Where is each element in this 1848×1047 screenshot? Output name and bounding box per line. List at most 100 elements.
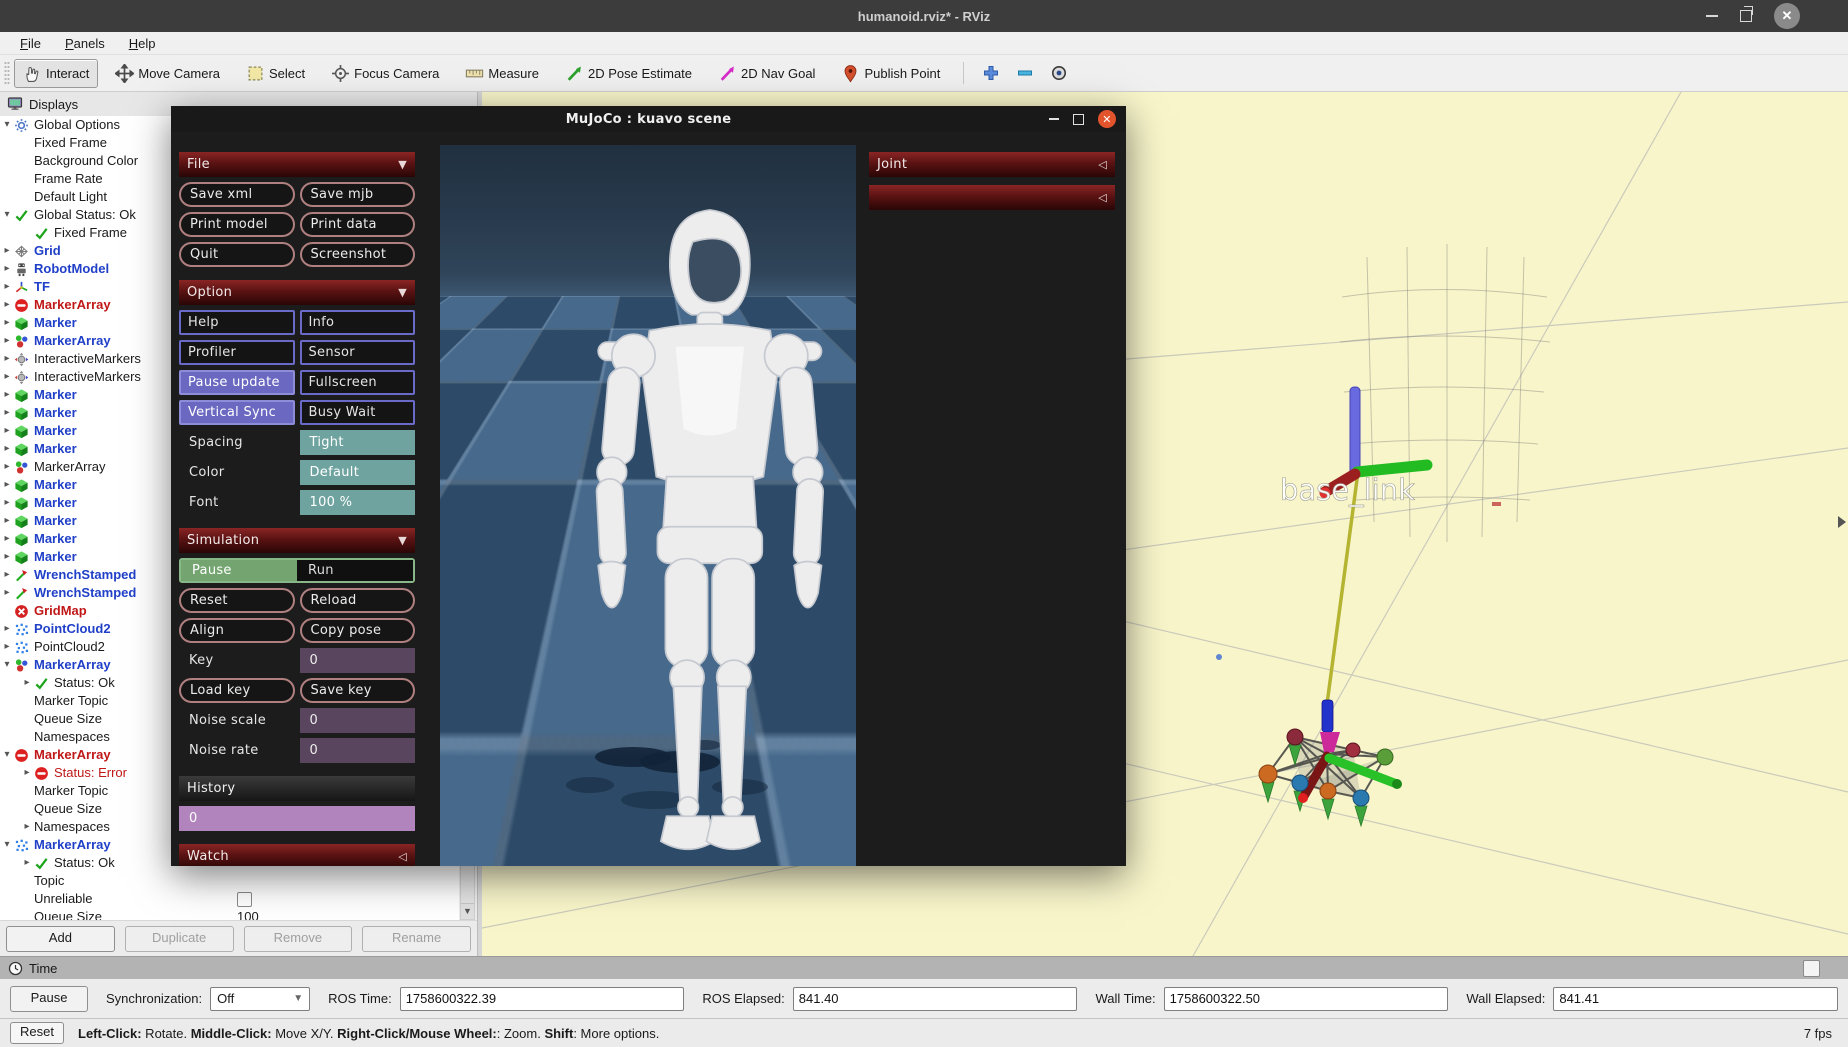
expander-icon[interactable]: ▸	[0, 278, 14, 296]
mujoco-section-history[interactable]: History	[179, 776, 415, 801]
copy-pose-button[interactable]: Copy pose	[300, 618, 416, 643]
menu-item-help[interactable]: Help	[117, 32, 168, 55]
expander-icon[interactable]: ▾	[0, 116, 14, 134]
sensor-toggle[interactable]: Sensor	[300, 340, 416, 365]
expander-icon[interactable]: ▸	[0, 242, 14, 260]
tool-zoom-out[interactable]	[1012, 60, 1038, 86]
run-radio[interactable]: Run	[297, 560, 413, 581]
time-panel-float-button[interactable]	[1803, 960, 1820, 977]
duplicate-button[interactable]: Duplicate	[125, 926, 234, 952]
rename-button[interactable]: Rename	[362, 926, 471, 952]
wall-elapsed-input[interactable]	[1553, 987, 1838, 1011]
expander-icon[interactable]: ▸	[0, 620, 14, 638]
reload-button[interactable]: Reload	[300, 588, 416, 613]
load-key-button[interactable]: Load key	[179, 678, 295, 703]
history-selected-row[interactable]: 0	[179, 806, 415, 831]
expander-icon[interactable]: ▸	[0, 638, 14, 656]
busy-wait-toggle[interactable]: Busy Wait	[300, 400, 416, 425]
expander-icon[interactable]: ▸	[0, 566, 14, 584]
tree-row-queue-size[interactable]: Queue Size100	[0, 908, 459, 920]
tool-focus-camera[interactable]: Focus Camera	[322, 59, 448, 88]
noise-scale-value[interactable]: 0	[300, 708, 416, 733]
app-titlebar[interactable]: humanoid.rviz* - RViz ✕	[0, 0, 1848, 32]
spacing-select[interactable]: Tight	[300, 430, 416, 455]
fullscreen-toggle[interactable]: Fullscreen	[300, 370, 416, 395]
expander-icon[interactable]: ▸	[0, 548, 14, 566]
save-mjb-button[interactable]: Save mjb	[300, 182, 416, 207]
save-xml-button[interactable]: Save xml	[179, 182, 295, 207]
reset-button[interactable]: Reset	[10, 1022, 64, 1044]
expander-icon[interactable]: ▸	[0, 314, 14, 332]
wall-time-input[interactable]	[1164, 987, 1449, 1011]
expander-icon[interactable]: ▸	[0, 530, 14, 548]
restore-icon[interactable]	[1740, 10, 1752, 22]
tool-scope[interactable]	[1046, 60, 1072, 86]
expander-icon[interactable]: ▾	[0, 836, 14, 854]
expander-icon[interactable]: ▸	[0, 296, 14, 314]
expander-icon[interactable]: ▸	[0, 458, 14, 476]
save-key-button[interactable]: Save key	[300, 678, 416, 703]
menu-item-file[interactable]: File	[8, 32, 53, 55]
expander-icon[interactable]: ▾	[0, 656, 14, 674]
tool-interact[interactable]: Interact	[14, 59, 98, 88]
profiler-toggle[interactable]: Profiler	[179, 340, 295, 365]
time-panel-header[interactable]: Time	[0, 957, 1848, 979]
mujoco-section-option[interactable]: Option▼	[179, 280, 415, 305]
print-model-button[interactable]: Print model	[179, 212, 295, 237]
tree-row-unreliable[interactable]: Unreliable	[0, 890, 459, 908]
quit-button[interactable]: Quit	[179, 242, 295, 267]
expander-icon[interactable]: ▸	[20, 854, 34, 872]
expander-icon[interactable]: ▸	[0, 350, 14, 368]
expander-icon[interactable]: ▸	[0, 476, 14, 494]
color-select[interactable]: Default	[300, 460, 416, 485]
vertical-sync-toggle[interactable]: Vertical Sync	[179, 400, 295, 425]
remove-button[interactable]: Remove	[244, 926, 353, 952]
expander-icon[interactable]: ▸	[0, 404, 14, 422]
mujoco-section-watch[interactable]: Watch◁	[179, 844, 415, 866]
tool-select[interactable]: Select	[237, 59, 314, 88]
tool-2d-nav-goal[interactable]: 2D Nav Goal	[709, 59, 824, 88]
mujoco-section-unnamed[interactable]: ◁	[869, 185, 1115, 210]
noise-rate-value[interactable]: 0	[300, 738, 416, 763]
mujoco-section-joint[interactable]: Joint◁	[869, 152, 1115, 177]
minimize-icon[interactable]	[1706, 15, 1718, 17]
panel-collapse-arrow-icon[interactable]	[1838, 516, 1846, 528]
unreliable-checkbox[interactable]	[237, 892, 252, 907]
expander-icon[interactable]: ▸	[20, 818, 34, 836]
toolbar-grip[interactable]	[4, 61, 10, 85]
tree-row-topic[interactable]: Topic	[0, 872, 459, 890]
info-toggle[interactable]: Info	[300, 310, 416, 335]
expander-icon[interactable]: ▸	[20, 764, 34, 782]
mujoco-section-simulation[interactable]: Simulation▼	[179, 528, 415, 553]
expander-icon[interactable]: ▸	[0, 260, 14, 278]
key-value[interactable]: 0	[300, 648, 416, 673]
ros-time-input[interactable]	[400, 987, 685, 1011]
ros-elapsed-input[interactable]	[793, 987, 1078, 1011]
expander-icon[interactable]: ▸	[0, 512, 14, 530]
tool-zoom-in[interactable]	[978, 60, 1004, 86]
align-button[interactable]: Align	[179, 618, 295, 643]
expander-icon[interactable]: ▸	[0, 368, 14, 386]
menu-item-panels[interactable]: Panels	[53, 32, 117, 55]
scrollbar-down-icon[interactable]: ▼	[461, 903, 474, 919]
expander-icon[interactable]: ▸	[0, 422, 14, 440]
pause-radio[interactable]: Pause	[181, 560, 297, 581]
tree-value[interactable]: 100	[237, 908, 259, 920]
close-icon[interactable]: ✕	[1774, 3, 1800, 29]
help-toggle[interactable]: Help	[179, 310, 295, 335]
expander-icon[interactable]: ▸	[20, 674, 34, 692]
tool-2d-pose-estimate[interactable]: 2D Pose Estimate	[556, 59, 701, 88]
expander-icon[interactable]: ▸	[0, 440, 14, 458]
font-select[interactable]: 100 %	[300, 490, 416, 515]
screenshot-button[interactable]: Screenshot	[300, 242, 416, 267]
expander-icon[interactable]: ▸	[0, 386, 14, 404]
reset-button[interactable]: Reset	[179, 588, 295, 613]
expander-icon[interactable]: ▾	[0, 206, 14, 224]
add-button[interactable]: Add	[6, 926, 115, 952]
expander-icon[interactable]: ▸	[0, 584, 14, 602]
mujoco-3d-viewport[interactable]	[440, 145, 856, 866]
expander-icon[interactable]: ▸	[0, 332, 14, 350]
tool-publish-point[interactable]: Publish Point	[832, 59, 949, 88]
sync-dropdown[interactable]: Off ▼	[210, 987, 310, 1011]
tool-measure[interactable]: Measure	[456, 59, 548, 88]
